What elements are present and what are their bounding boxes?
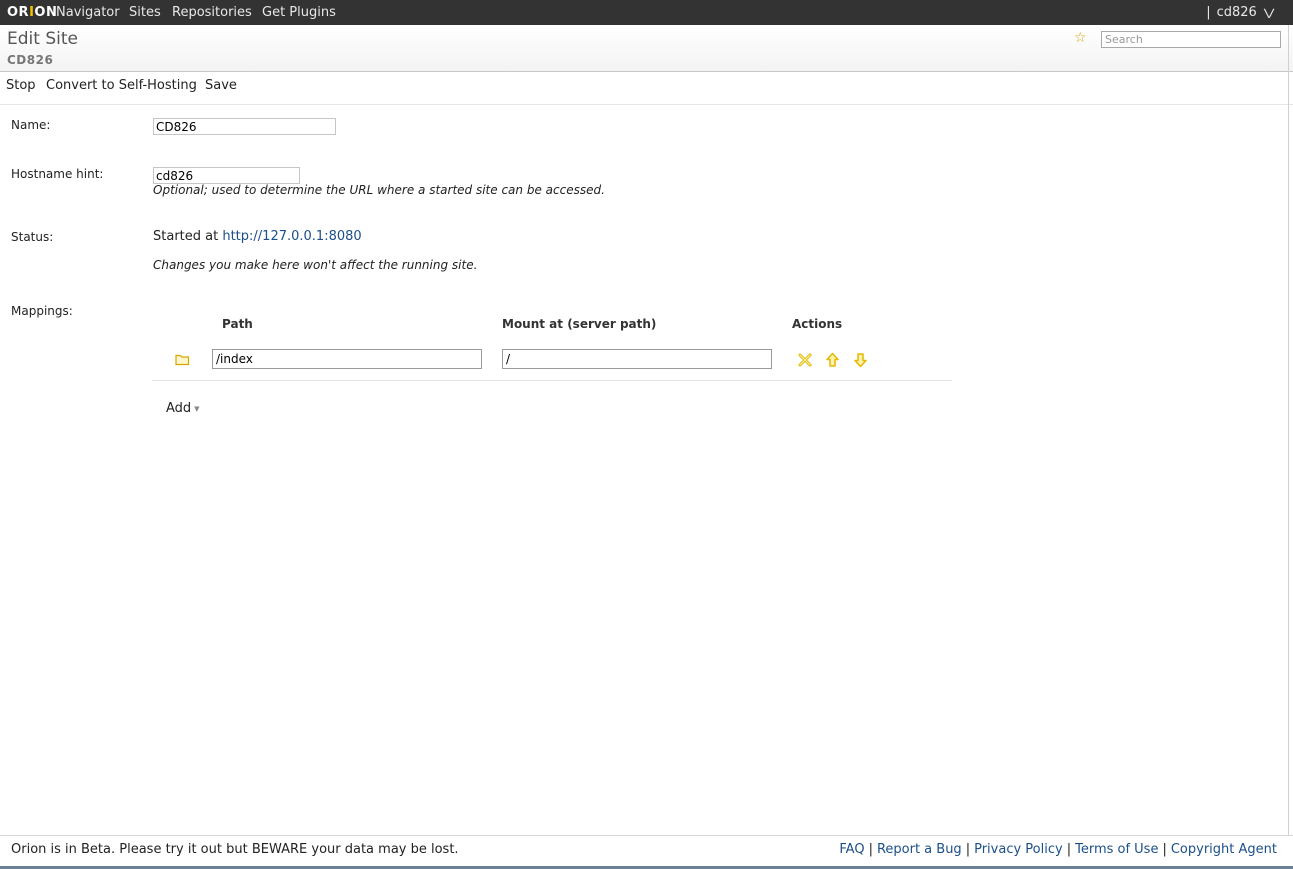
convert-self-hosting-button[interactable]: Convert to Self-Hosting — [46, 78, 197, 93]
name-label: Name: — [11, 118, 51, 132]
hostname-field[interactable] — [153, 167, 300, 184]
nav-navigator[interactable]: Navigator — [56, 5, 120, 20]
footer: Orion is in Beta. Please try it out but … — [0, 835, 1293, 869]
column-header-path: Path — [222, 317, 253, 331]
stop-button[interactable]: Stop — [6, 78, 36, 93]
page-header: Edit Site CD826 ☆ — [0, 25, 1293, 72]
top-banner: ORION Navigator Sites Repositories Get P… — [0, 0, 1293, 25]
mappings-label: Mappings: — [11, 304, 73, 318]
beta-notice: Orion is in Beta. Please try it out but … — [11, 842, 459, 857]
folder-icon[interactable] — [175, 353, 190, 370]
nav-sites[interactable]: Sites — [129, 5, 161, 20]
move-up-icon[interactable] — [825, 352, 840, 372]
add-label: Add — [166, 401, 192, 416]
add-mapping-button[interactable]: Add ▼ — [166, 401, 200, 416]
status-label: Status: — [11, 230, 54, 244]
status-url-link[interactable]: http://127.0.0.1:8080 — [222, 229, 361, 244]
search-input[interactable] — [1101, 31, 1281, 48]
name-field[interactable] — [153, 118, 336, 135]
mapping-path-input[interactable] — [212, 349, 482, 369]
move-down-icon[interactable] — [853, 352, 868, 372]
status-text: Started at http://127.0.0.1:8080 — [153, 229, 362, 244]
faq-link[interactable]: FAQ — [839, 842, 864, 857]
save-button[interactable]: Save — [205, 78, 237, 93]
content-right-border — [1288, 25, 1289, 869]
status-prefix: Started at — [153, 229, 219, 244]
user-separator: | — [1206, 5, 1211, 20]
delete-icon[interactable] — [797, 352, 813, 372]
copyright-agent-link[interactable]: Copyright Agent — [1171, 842, 1277, 857]
user-menu[interactable]: | cd826 ⋁ — [1206, 5, 1275, 20]
column-header-actions: Actions — [792, 317, 843, 331]
footer-separator: | — [965, 842, 971, 857]
orion-logo[interactable]: ORION — [7, 5, 57, 20]
nav-get-plugins[interactable]: Get Plugins — [262, 5, 336, 20]
status-note: Changes you make here won't affect the r… — [153, 258, 478, 272]
command-toolbar: Stop Convert to Self-Hosting Save — [0, 72, 1293, 105]
hostname-label: Hostname hint: — [11, 167, 104, 181]
caret-down-icon: ▼ — [194, 404, 200, 413]
user-name: cd826 — [1216, 5, 1257, 20]
hostname-hint: Optional; used to determine the URL wher… — [153, 183, 605, 197]
footer-separator: | — [1162, 842, 1167, 857]
page-title: Edit Site — [7, 29, 78, 49]
column-header-mount: Mount at (server path) — [502, 317, 657, 331]
double-chevron-down-icon: ⋁ — [1263, 8, 1275, 19]
terms-of-use-link[interactable]: Terms of Use — [1075, 842, 1158, 857]
nav-repositories[interactable]: Repositories — [172, 5, 252, 20]
mapping-mount-input[interactable] — [502, 349, 772, 369]
star-icon[interactable]: ☆ — [1074, 30, 1087, 46]
footer-links: FAQ | Report a Bug | Privacy Policy | Terms of… — [839, 842, 1277, 857]
page-subtitle: CD826 — [7, 53, 54, 67]
mapping-row-divider — [152, 380, 952, 381]
privacy-policy-link[interactable]: Privacy Policy — [974, 842, 1063, 857]
footer-separator: | — [868, 842, 873, 857]
footer-separator: | — [1066, 842, 1072, 857]
report-bug-link[interactable]: Report a Bug — [877, 842, 962, 857]
